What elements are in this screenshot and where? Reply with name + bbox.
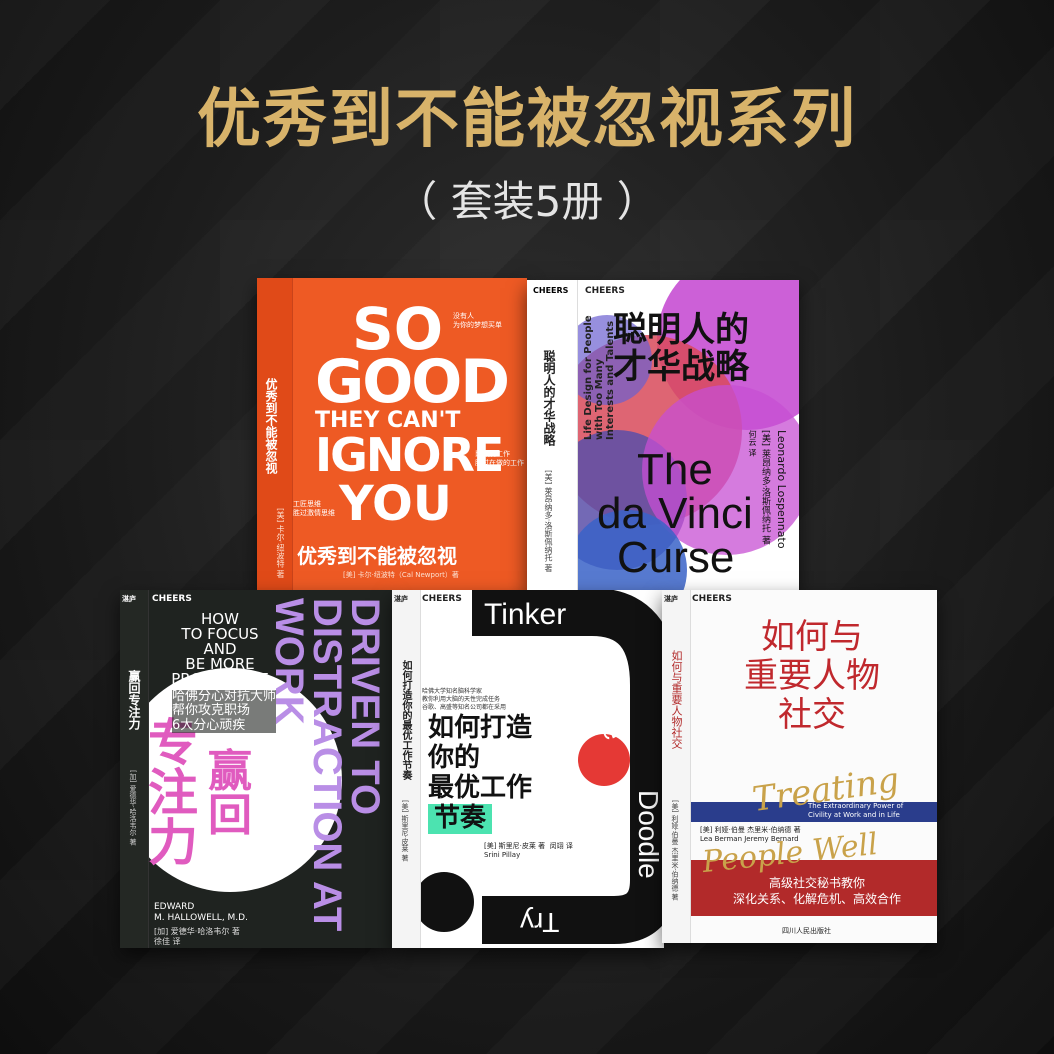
publisher-logo-cover: CHEERS [585, 286, 625, 296]
cn-title-yinghui: 赢回 [208, 746, 252, 841]
cn-title-zhuanzhuli: 专注力 [148, 714, 198, 872]
spine-author: [美] 利娅·伯曼 杰里米·伯纳德 著 [671, 800, 679, 901]
publisher-logo: CHEERS [533, 286, 569, 295]
publisher-logo-cover: CHEERS [422, 594, 462, 604]
spine-author: [美] 斯里尼·皮莱 著 [401, 800, 409, 862]
red-band-text: 高级社交秘书教你 深化关系、化解危机、高效合作 [732, 876, 901, 906]
page-subtitle: （ 套装5册 ） [395, 177, 659, 226]
author-en: EDWARD M. HALLOWELL, M.D. [154, 902, 248, 923]
spine-title: 优秀到不能被忽视 [264, 378, 278, 474]
publisher-logo-cover: CHEERS [152, 594, 192, 604]
book-spine: 湛庐 如何与重要人物社交 [美] 利娅·伯曼 杰里米·伯纳德 著 [662, 590, 691, 943]
page-title: 优秀到不能被忽视系列 [197, 83, 857, 157]
publisher-logo: 湛庐 [394, 595, 408, 603]
book-spine: 湛庐 赢回专注力 [加] 爱德华·哈洛韦尔 著 [120, 590, 149, 948]
en-tagline: HOW TO FOCUS AND BE MORE PRODUCTIVE [171, 610, 269, 688]
cn-title: 如何打造 你的 最优工作 节奏 [428, 713, 533, 834]
publisher-logo: 湛庐 [122, 595, 136, 603]
publisher-footer: 四川人民出版社 [782, 927, 831, 935]
en-subtitle: The Extraordinary Power of Civility at W… [808, 802, 904, 820]
translator: 何云 译 [748, 430, 757, 457]
spine-title: 赢回专注力 [127, 670, 141, 730]
cn-title: 如何与 重要人物 社交 [744, 617, 880, 736]
book-spine: CHEERS 聪明人的才华战略 [美] 莱昂纳多·洛斯佩纳托 著 [527, 280, 578, 590]
en-title: The da Vinci Curse [597, 445, 753, 582]
translator: 徐佳 译 [154, 937, 181, 946]
vertical-en-title: DRIVEN TO DISTRACTION AT WORK [267, 598, 387, 932]
book-tinker-dabble-doodle-try[interactable]: 湛庐 如何打造你的最优工作节奏 [美] 斯里尼·皮莱 著 CHEERS Tink… [392, 590, 664, 948]
author: [美] 卡尔·纽波特（Cal Newport）著 [343, 571, 459, 579]
side-note-3: 工匠思维 胜过激情思维 [293, 500, 335, 518]
author-en: Leonardo Lospennato [775, 430, 788, 549]
book-da-vinci-curse[interactable]: CHEERS 聪明人的才华战略 [美] 莱昂纳多·洛斯佩纳托 著 CHEERS … [527, 280, 799, 590]
spine-author: [美] 卡尔·纽波特 著 [276, 508, 285, 578]
word-tinker: Tinker [484, 598, 567, 631]
author: [美] 利娅·伯曼 杰里米·伯纳德 著 Lea Berman Jeremy Be… [700, 826, 801, 844]
author: [美] 斯里尼·皮莱 著 闵翊 译 Srini Pillay [484, 842, 573, 860]
book-spine: 湛庐 如何打造你的最优工作节奏 [美] 斯里尼·皮莱 著 [392, 590, 421, 948]
cn-title: 聪明人的 才华战略 [613, 310, 749, 388]
spine-title: 如何打造你的最优工作节奏 [400, 660, 411, 780]
spine-author: [美] 莱昂纳多·洛斯佩纳托 著 [544, 470, 553, 572]
book-spine: 优秀到不能被忽视 [美] 卡尔·纽波特 著 [257, 278, 293, 590]
title-line-you: YOU [339, 476, 452, 532]
book-treating-people-well[interactable]: 湛庐 如何与重要人物社交 [美] 利娅·伯曼 杰里米·伯纳德 著 CHEERS … [662, 590, 937, 943]
book-driven-to-distraction[interactable]: 湛庐 赢回专注力 [加] 爱德华·哈洛韦尔 著 CHEERS HOW TO FO… [120, 590, 392, 948]
cn-tagline: 哈佛分心对抗大师 帮你攻克职场 6大分心顽疾 [172, 689, 277, 733]
side-note-2: 比热爱工作 胜过在做的工作 [475, 450, 524, 468]
spine-title: 如何与重要人物社交 [670, 650, 683, 749]
spine-author: [加] 爱德华·哈洛韦尔 著 [129, 770, 137, 846]
word-doodle: Doodle [633, 790, 664, 879]
side-note-1: 没有人 为你的梦想买单 [453, 312, 502, 330]
book-so-good[interactable]: 优秀到不能被忽视 [美] 卡尔·纽波特 著 SO GOOD THEY CAN'T… [257, 278, 527, 590]
publisher-logo-cover: CHEERS [692, 594, 732, 604]
description: 哈佛大学知名脑科学家 教你利用大脑的天性完成任务 谷歌、高盛等知名公司都在采用 [422, 688, 507, 711]
spine-title: 聪明人的才华战略 [542, 350, 556, 446]
cn-title: 优秀到不能被忽视 [297, 544, 457, 568]
publisher-logo: 湛庐 [664, 595, 678, 603]
author-cn: [美] 莱昂纳多·洛斯佩纳托 著 [760, 430, 770, 545]
en-subtitle: Life Design for People with Too Many Int… [583, 315, 616, 440]
word-try: Try [520, 907, 560, 938]
title-line-good: GOOD [315, 347, 510, 417]
